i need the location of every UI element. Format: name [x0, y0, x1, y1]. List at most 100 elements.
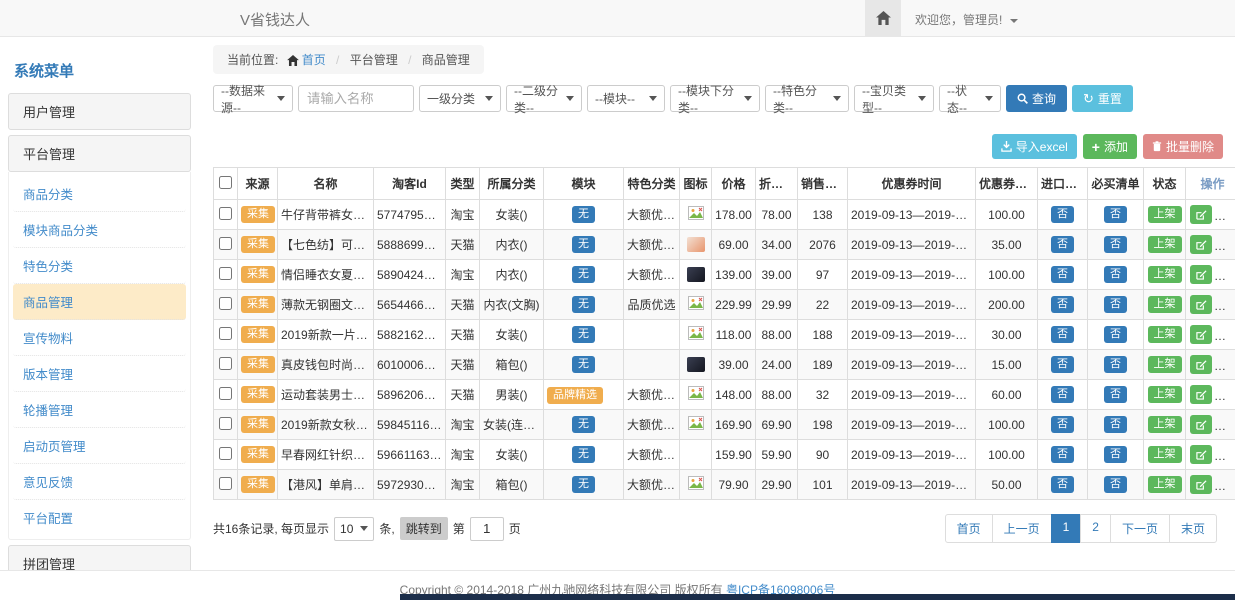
imported-badge[interactable]: 否: [1051, 386, 1074, 403]
breadcrumb-home-link[interactable]: 首页: [302, 53, 326, 67]
imported-badge[interactable]: 否: [1051, 476, 1074, 493]
edit-button[interactable]: [1190, 235, 1212, 254]
status-badge[interactable]: 上架: [1148, 296, 1182, 313]
item-type-select[interactable]: --宝贝类型--: [854, 85, 934, 112]
must-buy-badge[interactable]: 否: [1104, 386, 1127, 403]
edit-button[interactable]: [1190, 295, 1212, 314]
level2-category-select[interactable]: --二级分类--: [506, 85, 582, 112]
sidebar-item-模块商品分类[interactable]: 模块商品分类: [13, 212, 186, 248]
edit-button[interactable]: [1190, 265, 1212, 284]
welcome-text: 欢迎您，管理员!: [915, 13, 1002, 27]
edit-button[interactable]: [1190, 445, 1212, 464]
status-badge[interactable]: 上架: [1148, 236, 1182, 253]
edit-button[interactable]: [1190, 325, 1212, 344]
query-button[interactable]: 查询: [1006, 85, 1067, 112]
row-checkbox[interactable]: [219, 477, 232, 490]
must-buy-badge[interactable]: 否: [1104, 446, 1127, 463]
must-buy-badge[interactable]: 否: [1104, 326, 1127, 343]
imported-badge[interactable]: 否: [1051, 236, 1074, 253]
pager-1[interactable]: 1: [1051, 514, 1082, 543]
pager-末页[interactable]: 末页: [1169, 514, 1217, 543]
pager-下一页[interactable]: 下一页: [1110, 514, 1170, 543]
select-all-checkbox[interactable]: [219, 176, 232, 189]
edit-button[interactable]: [1190, 475, 1212, 494]
feature-cell: 品质优选: [624, 290, 680, 320]
sidebar-item-平台配置[interactable]: 平台配置: [13, 500, 186, 535]
chevron-down-icon: [649, 96, 657, 101]
imported-badge[interactable]: 否: [1051, 416, 1074, 433]
row-checkbox[interactable]: [219, 447, 232, 460]
imported-badge[interactable]: 否: [1051, 356, 1074, 373]
imported-badge[interactable]: 否: [1051, 206, 1074, 223]
module-sub-category-select[interactable]: --模块下分类--: [670, 85, 760, 112]
status-badge[interactable]: 上架: [1148, 326, 1182, 343]
jump-button[interactable]: 跳转到: [400, 517, 448, 540]
row-checkbox[interactable]: [219, 327, 232, 340]
import-excel-button[interactable]: 导入excel: [992, 134, 1077, 159]
status-badge[interactable]: 上架: [1148, 356, 1182, 373]
data-source-select[interactable]: --数据来源--: [213, 85, 293, 112]
status-badge[interactable]: 上架: [1148, 416, 1182, 433]
home-button[interactable]: [865, 0, 901, 36]
sidebar-item-商品管理[interactable]: 商品管理: [13, 284, 186, 320]
per-page-select[interactable]: 10: [334, 517, 374, 541]
row-checkbox[interactable]: [219, 267, 232, 280]
status-badge[interactable]: 上架: [1148, 476, 1182, 493]
must-buy-badge[interactable]: 否: [1104, 206, 1127, 223]
user-menu[interactable]: 欢迎您，管理员!: [915, 11, 1018, 28]
status-badge[interactable]: 上架: [1148, 266, 1182, 283]
reset-button[interactable]: ↻ 重置: [1072, 85, 1133, 112]
row-checkbox[interactable]: [219, 297, 232, 310]
sidebar-item-轮播管理[interactable]: 轮播管理: [13, 392, 186, 428]
imported-badge[interactable]: 否: [1051, 446, 1074, 463]
pager-2[interactable]: 2: [1080, 514, 1111, 543]
must-buy-badge[interactable]: 否: [1104, 416, 1127, 433]
level1-category-select[interactable]: 一级分类: [419, 85, 501, 112]
status-badge[interactable]: 上架: [1148, 386, 1182, 403]
module-cell: 无: [544, 260, 624, 290]
feature-category-select[interactable]: --特色分类--: [765, 85, 849, 112]
row-checkbox[interactable]: [219, 357, 232, 370]
must-buy-badge[interactable]: 否: [1104, 476, 1127, 493]
row-select-cell: [214, 380, 238, 410]
sidebar-item-宣传物料[interactable]: 宣传物料: [13, 320, 186, 356]
page-number-input[interactable]: [470, 517, 504, 541]
must-buy-badge[interactable]: 否: [1104, 356, 1127, 373]
must-buy-badge[interactable]: 否: [1104, 236, 1127, 253]
row-checkbox[interactable]: [219, 207, 232, 220]
add-button[interactable]: + 添加: [1083, 134, 1137, 159]
sidebar-item-意见反馈[interactable]: 意见反馈: [13, 464, 186, 500]
must-buy-badge[interactable]: 否: [1104, 266, 1127, 283]
edit-button[interactable]: [1190, 415, 1212, 434]
status-select[interactable]: --状态--: [939, 85, 1001, 112]
edit-button[interactable]: [1190, 385, 1212, 404]
pager-首页[interactable]: 首页: [945, 514, 993, 543]
row-checkbox[interactable]: [219, 387, 232, 400]
batch-delete-button[interactable]: 批量删除: [1143, 134, 1223, 159]
status-badge[interactable]: 上架: [1148, 206, 1182, 223]
sidebar-item-启动页管理[interactable]: 启动页管理: [13, 428, 186, 464]
module-select[interactable]: --模块--: [587, 85, 665, 112]
sidebar-item-商品分类[interactable]: 商品分类: [13, 176, 186, 212]
row-checkbox[interactable]: [219, 417, 232, 430]
sidebar-group-用户管理[interactable]: 用户管理: [8, 93, 191, 130]
sidebar-group-拼团管理[interactable]: 拼团管理: [8, 545, 191, 570]
name-search-input[interactable]: [298, 85, 414, 112]
edit-button[interactable]: [1190, 205, 1212, 224]
category-cell: 女装(): [480, 320, 544, 350]
must-buy-badge[interactable]: 否: [1104, 296, 1127, 313]
status-badge[interactable]: 上架: [1148, 446, 1182, 463]
sidebar-item-特色分类[interactable]: 特色分类: [13, 248, 186, 284]
imported-badge[interactable]: 否: [1051, 326, 1074, 343]
module-badge: 无: [572, 476, 595, 493]
module-badge: 无: [572, 416, 595, 433]
sidebar-group-平台管理[interactable]: 平台管理: [8, 135, 191, 172]
pager-上一页[interactable]: 上一页: [992, 514, 1052, 543]
edit-button[interactable]: [1190, 355, 1212, 374]
row-checkbox[interactable]: [219, 237, 232, 250]
sidebar-item-版本管理[interactable]: 版本管理: [13, 356, 186, 392]
imported-badge[interactable]: 否: [1051, 296, 1074, 313]
edit-icon: [1196, 269, 1207, 280]
imported-badge[interactable]: 否: [1051, 266, 1074, 283]
taoke-id-cell: 589620659791: [374, 380, 446, 410]
